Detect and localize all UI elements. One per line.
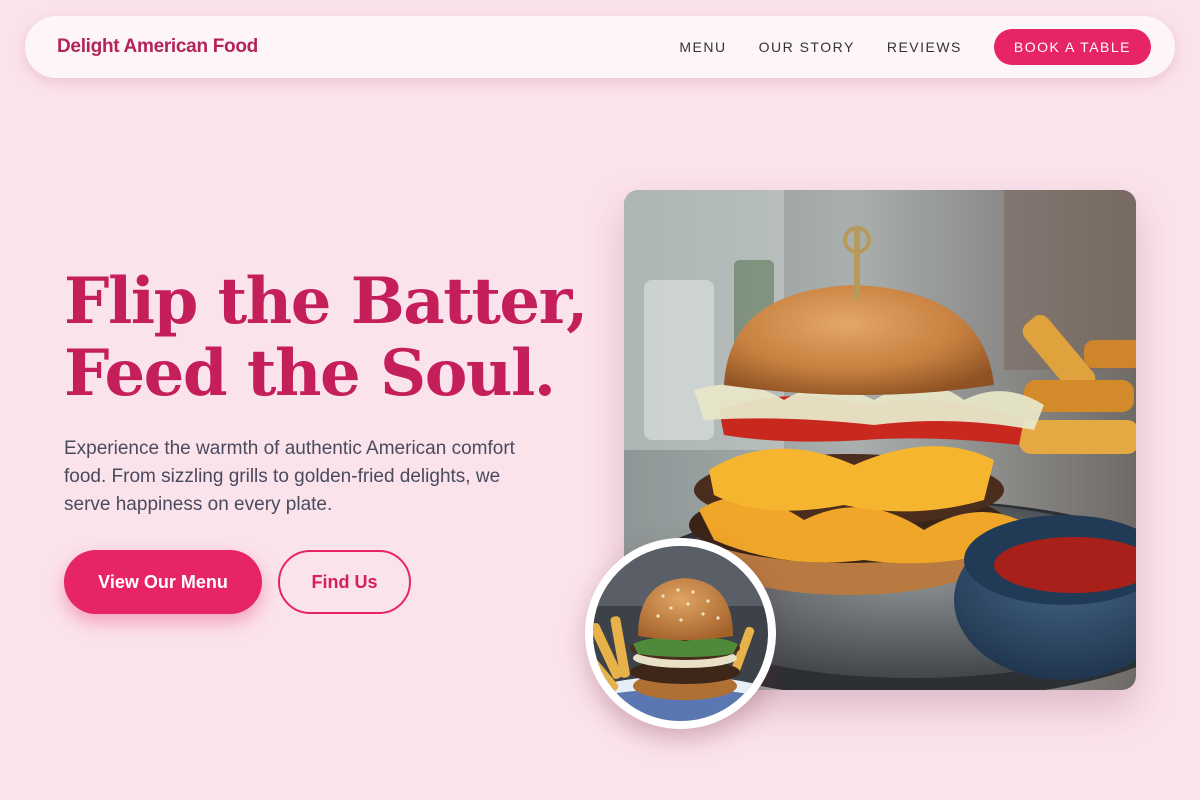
hero-description: Experience the warmth of authentic Ameri… bbox=[64, 438, 515, 515]
find-us-button[interactable]: Find Us bbox=[278, 550, 411, 614]
view-menu-button[interactable]: View Our Menu bbox=[64, 550, 262, 614]
navbar: Delight American Food MENU OUR STORY REV… bbox=[25, 16, 1175, 78]
book-table-button[interactable]: BOOK A TABLE bbox=[993, 29, 1151, 65]
hero-title: Flip the Batter, Feed the Soul. bbox=[64, 264, 588, 411]
thumbnail-burger-image bbox=[585, 538, 776, 729]
thumbnail-frame bbox=[593, 546, 768, 721]
brand-logo[interactable]: Delight American Food bbox=[57, 36, 258, 58]
hero-title-line-2: Feed the Soul. bbox=[64, 336, 556, 411]
nav-link-reviews[interactable]: REVIEWS bbox=[887, 39, 962, 55]
nav-link-menu[interactable]: MENU bbox=[679, 39, 726, 55]
hero-title-line-1: Flip the Batter, bbox=[64, 264, 588, 339]
nav-links: MENU OUR STORY REVIEWS BOOK A TABLE bbox=[679, 29, 1151, 65]
nav-link-our-story[interactable]: OUR STORY bbox=[759, 39, 855, 55]
